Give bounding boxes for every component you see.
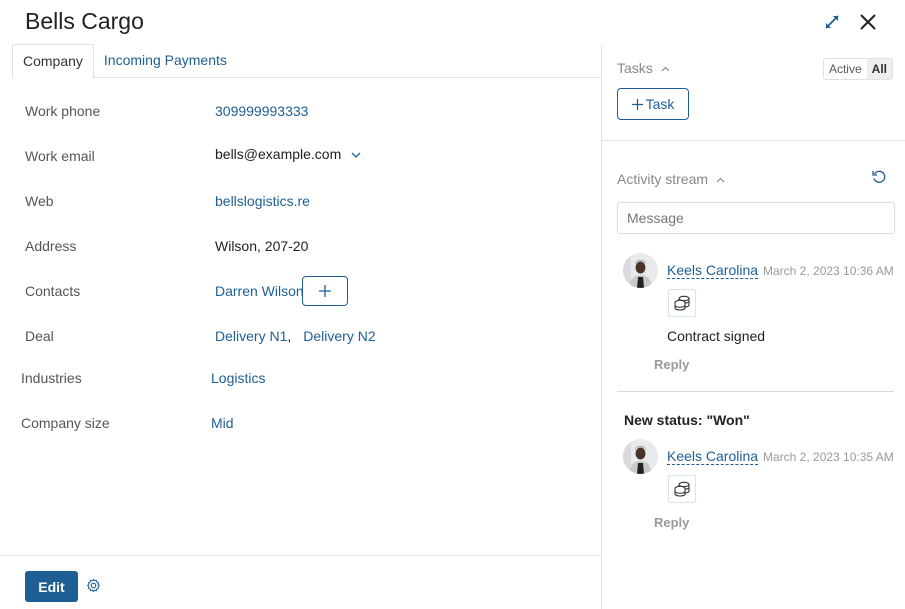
tasks-title: Tasks xyxy=(617,60,653,76)
contacts-label: Contacts xyxy=(25,283,81,299)
add-task-button[interactable]: Task xyxy=(617,88,689,120)
industries-label: Industries xyxy=(21,370,82,386)
company-size-value[interactable]: Mid xyxy=(211,415,234,431)
avatar[interactable] xyxy=(623,253,658,288)
address-value: Wilson, 207-20 xyxy=(215,238,309,254)
deal-separator: , xyxy=(287,328,292,344)
deal-link[interactable]: Delivery N1 xyxy=(215,328,287,344)
entry-divider xyxy=(617,391,894,392)
close-icon xyxy=(860,14,876,30)
gear-icon[interactable] xyxy=(86,578,101,593)
web-value[interactable]: bellslogistics.re xyxy=(215,193,310,209)
plus-icon xyxy=(631,98,643,110)
timestamp: March 2, 2023 10:35 AM xyxy=(763,450,894,464)
work-email-field[interactable]: bells@example.com xyxy=(215,146,361,162)
deal-link[interactable]: Delivery N2 xyxy=(303,328,375,344)
avatar[interactable] xyxy=(623,439,658,474)
user-photo-icon xyxy=(623,439,658,474)
coins-icon xyxy=(674,295,690,311)
tab-bar: Company Incoming Payments xyxy=(12,44,601,79)
deal-values: Delivery N1, Delivery N2 xyxy=(215,328,376,344)
close-button[interactable] xyxy=(857,11,879,33)
attachment[interactable] xyxy=(668,289,696,317)
contact-link[interactable]: Darren Wilson xyxy=(215,283,304,299)
work-phone-label: Work phone xyxy=(25,103,101,119)
filter-active[interactable]: Active xyxy=(824,59,867,79)
activity-text: Contract signed xyxy=(667,328,766,344)
footer-bar: Edit xyxy=(0,555,601,609)
refresh-icon[interactable] xyxy=(871,169,887,185)
activity-title: Activity stream xyxy=(617,171,709,187)
message-input[interactable] xyxy=(617,202,895,234)
section-divider xyxy=(602,140,905,141)
industries-value[interactable]: Logistics xyxy=(211,370,265,386)
tasks-header[interactable]: Tasks xyxy=(617,60,670,76)
plus-icon xyxy=(319,285,331,297)
tab-incoming-payments[interactable]: Incoming Payments xyxy=(94,44,237,78)
side-panel: Tasks Active All Task Activity stream Ke… xyxy=(601,44,905,609)
attachment[interactable] xyxy=(668,475,696,503)
work-email-value[interactable]: bells@example.com xyxy=(215,146,341,162)
address-label: Address xyxy=(25,238,77,254)
author-link[interactable]: Keels Carolina xyxy=(667,262,759,279)
web-label: Web xyxy=(25,193,54,209)
company-size-label: Company size xyxy=(21,415,110,431)
reply-button[interactable]: Reply xyxy=(654,357,689,372)
activity-header[interactable]: Activity stream xyxy=(617,171,725,187)
timestamp: March 2, 2023 10:36 AM xyxy=(763,264,894,278)
filter-all[interactable]: All xyxy=(866,59,892,79)
deal-label: Deal xyxy=(25,328,54,344)
add-task-label: Task xyxy=(645,96,675,112)
user-photo-icon xyxy=(623,253,658,288)
add-contact-button[interactable] xyxy=(302,276,348,306)
expand-button[interactable] xyxy=(821,11,843,33)
edit-button[interactable]: Edit xyxy=(25,571,78,602)
work-phone-value[interactable]: 309999993333 xyxy=(215,103,308,119)
chevron-up-icon xyxy=(716,177,725,183)
company-details-panel: Company Incoming Payments Work phone 309… xyxy=(0,44,601,609)
task-filter-toggle: Active All xyxy=(822,58,893,80)
expand-arrows-icon xyxy=(825,15,839,29)
window-controls xyxy=(821,11,879,33)
status-heading: New status: "Won" xyxy=(624,412,750,428)
work-email-label: Work email xyxy=(25,148,95,164)
coins-icon xyxy=(674,481,690,497)
chevron-down-icon[interactable] xyxy=(351,152,361,159)
reply-button[interactable]: Reply xyxy=(654,515,689,530)
page-title: Bells Cargo xyxy=(25,8,144,34)
tab-company[interactable]: Company xyxy=(12,44,94,79)
author-link[interactable]: Keels Carolina xyxy=(667,448,759,465)
chevron-up-icon xyxy=(661,66,670,72)
